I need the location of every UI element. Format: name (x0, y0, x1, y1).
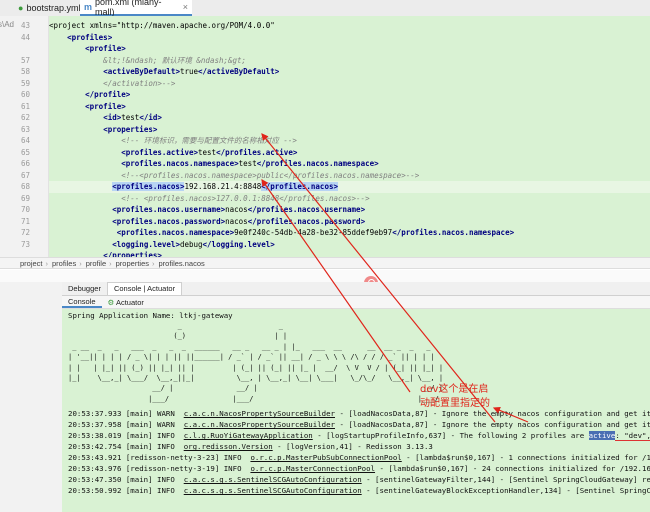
arrow-to-nacos (261, 179, 411, 393)
annotation-line: 动配置里指定的 (420, 398, 490, 409)
arrow-to-namespace (261, 133, 496, 423)
annotation-note: dev这个是在启 动配置里指定的 (420, 383, 510, 411)
annotation-arrows (261, 133, 529, 423)
annotation-line: dev这个是在启 (420, 384, 489, 395)
